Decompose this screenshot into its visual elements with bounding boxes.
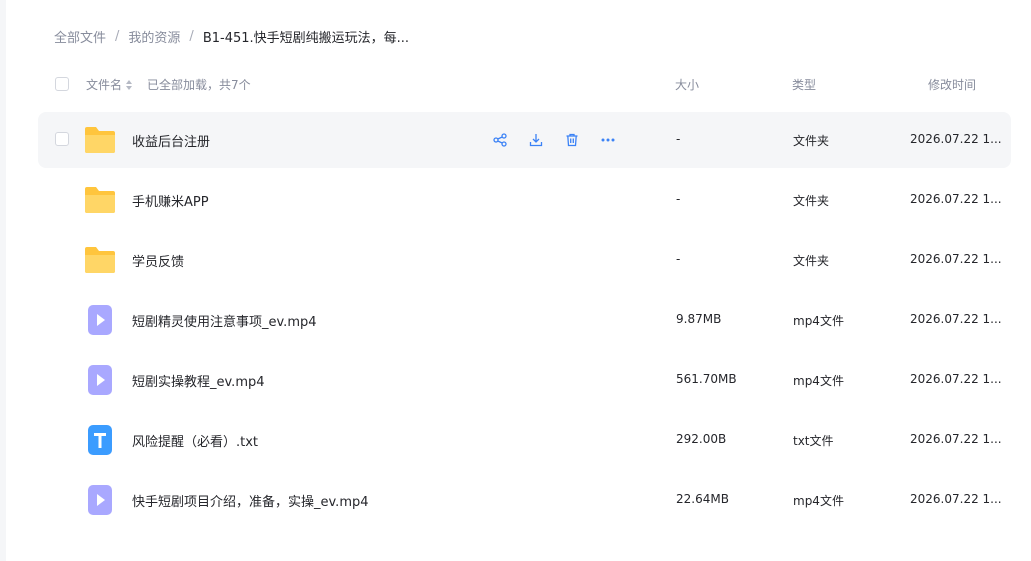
video-file-icon xyxy=(83,304,117,336)
more-icon[interactable] xyxy=(597,129,619,151)
file-size: 9.87MB xyxy=(676,312,722,326)
video-file-icon xyxy=(83,484,117,516)
folder-icon xyxy=(83,124,117,156)
select-all-checkbox[interactable] xyxy=(55,77,69,91)
sort-icon[interactable] xyxy=(126,79,133,90)
breadcrumb-separator: / xyxy=(115,28,120,44)
file-name[interactable]: 收益后台注册 xyxy=(132,131,210,150)
breadcrumb-all-files[interactable]: 全部文件 xyxy=(54,27,106,46)
file-size: - xyxy=(676,192,681,206)
file-list-header: 文件名 已全部加载，共7个 大小 类型 修改时间 xyxy=(38,68,1011,100)
file-row[interactable]: 收益后台注册 - 文件夹 2026.07.22 1... xyxy=(38,112,1011,168)
row-actions xyxy=(489,129,633,151)
text-file-icon xyxy=(83,424,117,456)
file-row[interactable]: 短剧实操教程_ev.mp4 561.70MB mp4文件 2026.07.22 1..… xyxy=(38,352,1011,408)
breadcrumb-my-resources[interactable]: 我的资源 xyxy=(128,27,180,46)
modified-time: 2026.07.22 1... xyxy=(910,372,1002,386)
file-type: mp4文件 xyxy=(793,314,844,328)
file-row[interactable]: 快手短剧项目介绍，准备，实操_ev.mp4 22.64MB mp4文件 2026.07… xyxy=(38,472,1011,528)
modified-time: 2026.07.22 1... xyxy=(910,312,1002,326)
size-column-header[interactable]: 大小 xyxy=(675,76,699,93)
breadcrumb-separator: / xyxy=(189,28,194,44)
modified-time: 2026.07.22 1... xyxy=(910,432,1002,446)
file-type: 文件夹 xyxy=(793,134,830,148)
folder-icon xyxy=(83,184,117,216)
file-size: - xyxy=(676,132,681,146)
file-name[interactable]: 快手短剧项目介绍，准备，实操_ev.mp4 xyxy=(132,491,369,510)
file-type: 文件夹 xyxy=(793,254,830,268)
breadcrumb: 全部文件 / 我的资源 / B1-451.快手短剧纯搬运玩法，每... xyxy=(54,26,409,46)
type-column-header[interactable]: 类型 xyxy=(792,76,816,93)
modified-time-column-header[interactable]: 修改时间 xyxy=(928,76,976,93)
modified-time: 2026.07.22 1... xyxy=(910,252,1002,266)
row-checkbox[interactable] xyxy=(55,132,69,146)
name-column-header[interactable]: 文件名 已全部加载，共7个 xyxy=(86,76,251,93)
file-type: txt文件 xyxy=(793,434,834,448)
file-name[interactable]: 手机赚米APP xyxy=(132,191,209,210)
file-name[interactable]: 短剧精灵使用注意事项_ev.mp4 xyxy=(132,311,317,330)
download-icon[interactable] xyxy=(525,129,547,151)
file-row[interactable]: 风险提醒（必看）.txt 292.00B txt文件 2026.07.22 1... xyxy=(38,412,1011,468)
file-row[interactable]: 短剧精灵使用注意事项_ev.mp4 9.87MB mp4文件 2026.07.22 1… xyxy=(38,292,1011,348)
file-size: 22.64MB xyxy=(676,492,729,506)
file-type: mp4文件 xyxy=(793,494,844,508)
modified-time: 2026.07.22 1... xyxy=(910,132,1002,146)
file-name[interactable]: 学员反馈 xyxy=(132,251,184,270)
file-row[interactable]: 学员反馈 - 文件夹 2026.07.22 1... xyxy=(38,232,1011,288)
folder-icon xyxy=(83,244,117,276)
name-column-label: 文件名 xyxy=(86,78,123,92)
file-size: 292.00B xyxy=(676,432,727,446)
loaded-count-text: 已全部加载，共7个 xyxy=(147,78,251,92)
file-type: 文件夹 xyxy=(793,194,830,208)
delete-icon[interactable] xyxy=(561,129,583,151)
sidebar-edge xyxy=(0,0,6,561)
video-file-icon xyxy=(83,364,117,396)
breadcrumb-current-folder: B1-451.快手短剧纯搬运玩法，每... xyxy=(202,30,410,46)
modified-time: 2026.07.22 1... xyxy=(910,492,1002,506)
share-icon[interactable] xyxy=(489,129,511,151)
file-row[interactable]: 手机赚米APP - 文件夹 2026.07.22 1... xyxy=(38,172,1011,228)
file-name[interactable]: 短剧实操教程_ev.mp4 xyxy=(132,371,265,390)
file-browser: 全部文件 / 我的资源 / B1-451.快手短剧纯搬运玩法，每... 文件名 … xyxy=(0,0,1031,561)
file-size: - xyxy=(676,252,681,266)
file-name[interactable]: 风险提醒（必看）.txt xyxy=(132,431,258,450)
file-size: 561.70MB xyxy=(676,372,737,386)
modified-time: 2026.07.22 1... xyxy=(910,192,1002,206)
file-type: mp4文件 xyxy=(793,374,844,388)
